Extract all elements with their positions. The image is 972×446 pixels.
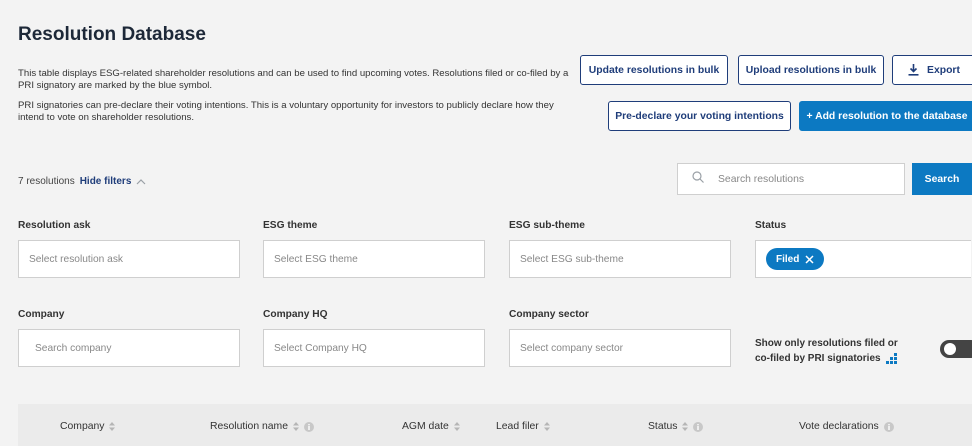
esg-subtheme-placeholder: Select ESG sub-theme — [520, 253, 624, 265]
update-bulk-label: Update resolutions in bulk — [588, 64, 720, 76]
status-chip-label: Filed — [776, 253, 800, 265]
company-hq-select[interactable]: Select Company HQ — [263, 329, 485, 367]
resolution-ask-placeholder: Select resolution ask — [29, 253, 124, 265]
table-header: Company Resolution name AGM date Lead fi… — [18, 404, 972, 446]
company-placeholder: Search company — [35, 342, 112, 354]
column-status-label: Status — [648, 421, 678, 432]
pri-filter-label-line1: Show only resolutions filed or — [755, 338, 898, 349]
search-box[interactable] — [677, 163, 905, 195]
hide-filters-link[interactable]: Hide filters — [80, 176, 132, 187]
column-lead-filer[interactable]: Lead filer — [496, 421, 550, 432]
add-resolution-label: + Add resolution to the database — [806, 110, 968, 122]
download-icon — [908, 64, 919, 76]
column-vote-declarations[interactable]: Vote declarations — [799, 421, 894, 432]
chevron-up-icon[interactable] — [136, 178, 146, 185]
column-vote-declarations-label: Vote declarations — [799, 421, 879, 432]
column-status[interactable]: Status — [648, 421, 704, 432]
info-icon[interactable] — [883, 421, 894, 432]
sort-icon[interactable] — [682, 422, 689, 431]
results-count: 7 resolutions — [18, 176, 75, 187]
column-lead-filer-label: Lead filer — [496, 421, 539, 432]
company-search-input[interactable]: Search company — [18, 329, 240, 367]
pri-filter-toggle[interactable] — [940, 340, 972, 358]
predeclare-description: PRI signatories can pre-declare their vo… — [18, 100, 554, 123]
page-title: Resolution Database — [18, 24, 206, 45]
column-company[interactable]: Company — [60, 421, 116, 432]
esg-theme-label: ESG theme — [263, 220, 318, 231]
company-hq-label: Company HQ — [263, 309, 328, 320]
pri-filter-label: Show only resolutions filed or co-filed … — [755, 336, 905, 366]
esg-theme-placeholder: Select ESG theme — [274, 253, 358, 265]
company-sector-label: Company sector — [509, 309, 589, 320]
toggle-knob — [944, 343, 956, 355]
close-icon[interactable] — [805, 254, 814, 264]
column-resolution-name-label: Resolution name — [210, 421, 288, 432]
resolution-ask-select[interactable]: Select resolution ask — [18, 240, 240, 278]
export-button[interactable]: Export — [892, 55, 972, 85]
search-button-label: Search — [924, 173, 960, 185]
esg-subtheme-label: ESG sub-theme — [509, 220, 585, 231]
search-input[interactable] — [718, 173, 888, 185]
pri-filter-label-line2: co-filed by PRI signatories — [755, 353, 881, 364]
intro-description: This table displays ESG-related sharehol… — [18, 68, 569, 91]
export-label: Export — [927, 64, 960, 76]
company-hq-placeholder: Select Company HQ — [274, 342, 367, 354]
pri-signatory-icon — [885, 352, 898, 365]
status-select[interactable]: Filed — [755, 240, 971, 278]
company-sector-placeholder: Select company sector — [520, 342, 624, 354]
esg-subtheme-select[interactable]: Select ESG sub-theme — [509, 240, 731, 278]
company-label: Company — [18, 309, 65, 320]
company-sector-select[interactable]: Select company sector — [509, 329, 731, 367]
search-button[interactable]: Search — [912, 163, 972, 195]
column-agm-date[interactable]: AGM date — [402, 421, 460, 432]
update-resolutions-bulk-button[interactable]: Update resolutions in bulk — [580, 55, 728, 85]
status-chip-filed[interactable]: Filed — [766, 248, 825, 270]
resolution-database-panel: Resolution Database This table displays … — [0, 0, 972, 446]
column-company-label: Company — [60, 421, 105, 432]
info-icon[interactable] — [693, 421, 704, 432]
esg-theme-select[interactable]: Select ESG theme — [263, 240, 485, 278]
upload-bulk-label: Upload resolutions in bulk — [745, 64, 877, 76]
sort-icon[interactable] — [453, 422, 460, 431]
search-icon — [692, 170, 704, 188]
column-resolution-name[interactable]: Resolution name — [210, 421, 314, 432]
predeclare-label: Pre-declare your voting intentions — [615, 110, 784, 122]
results-summary: 7 resolutions Hide filters — [18, 176, 146, 187]
add-resolution-button[interactable]: + Add resolution to the database — [799, 101, 972, 131]
sort-icon[interactable] — [109, 422, 116, 431]
predeclare-voting-button[interactable]: Pre-declare your voting intentions — [608, 101, 791, 131]
resolution-ask-label: Resolution ask — [18, 220, 91, 231]
info-icon[interactable] — [303, 421, 314, 432]
sort-icon[interactable] — [292, 422, 299, 431]
column-agm-date-label: AGM date — [402, 421, 449, 432]
upload-resolutions-bulk-button[interactable]: Upload resolutions in bulk — [738, 55, 884, 85]
status-label: Status — [755, 220, 787, 231]
sort-icon[interactable] — [543, 422, 550, 431]
